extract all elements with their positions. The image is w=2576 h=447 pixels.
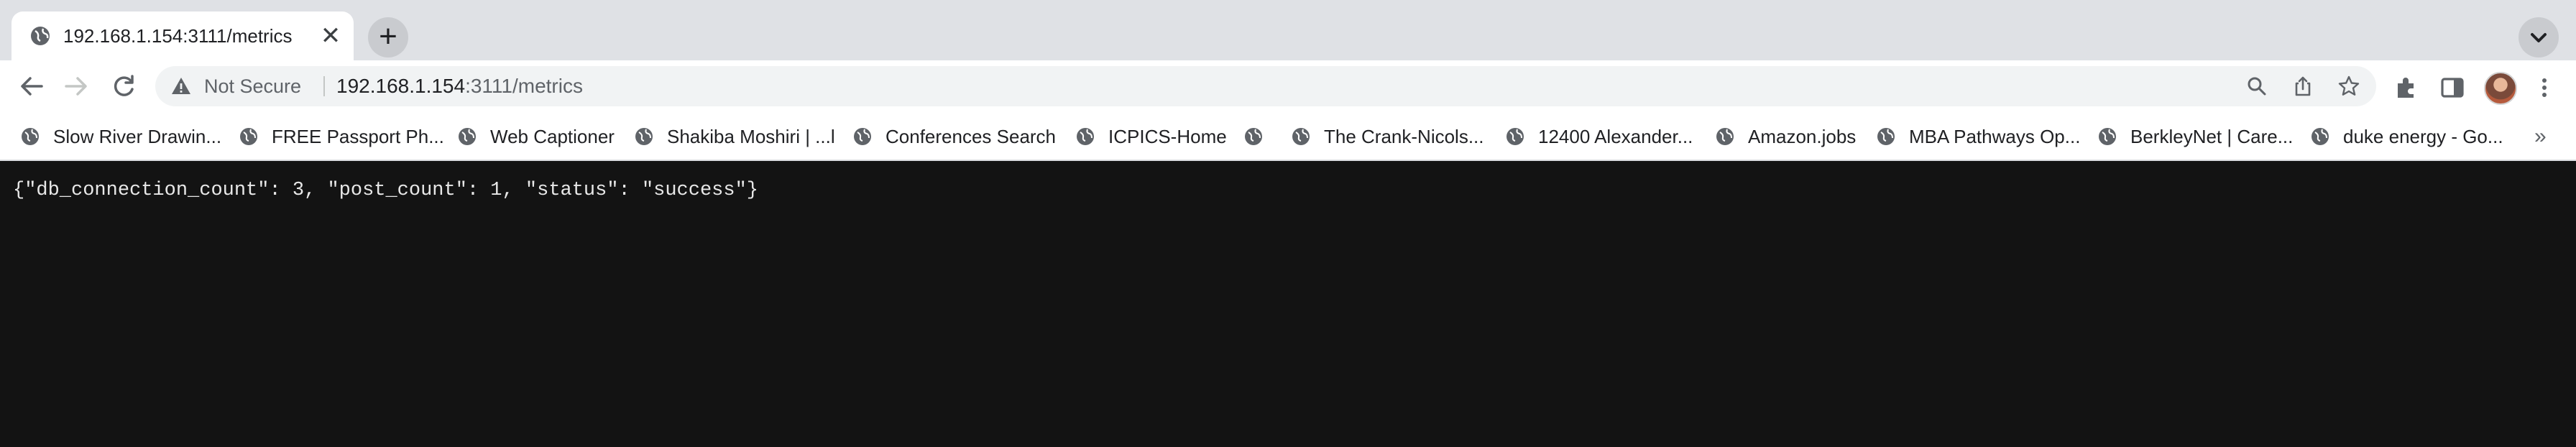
globe-icon (31, 27, 50, 45)
bookmark-label: BerkleyNet | Care... (2130, 126, 2294, 147)
tab-strip: 192.168.1.154:3111/metrics ✕ + (0, 0, 2576, 60)
extensions-icon[interactable] (2392, 73, 2421, 102)
bookmark-label: Web Captioner (490, 126, 615, 147)
json-response-text: {"db_connection_count": 3, "post_count":… (13, 180, 758, 201)
globe-icon (1506, 128, 1524, 145)
warning-icon[interactable] (170, 75, 193, 98)
bookmark-label: Conferences Search (886, 126, 1057, 147)
bookmark-label: Shakiba Moshiri | ...l (667, 126, 835, 147)
bookmark-label: FREE Passport Ph... (272, 126, 444, 147)
bookmark-label: Slow River Drawin... (53, 126, 222, 147)
reload-button[interactable] (105, 68, 142, 105)
bookmark-label: duke energy - Go... (2343, 126, 2503, 147)
globe-icon (1716, 128, 1734, 145)
globe-icon (635, 128, 653, 145)
address-bar[interactable]: Not Secure 192.168.1.154:3111/metrics (155, 66, 2376, 106)
browser-chrome: 192.168.1.154:3111/metrics ✕ + Not Secur… (0, 0, 2576, 161)
page-content: {"db_connection_count": 3, "post_count":… (0, 161, 2576, 447)
globe-icon (1292, 128, 1310, 145)
globe-icon (2099, 128, 2116, 145)
tab-search-button[interactable] (2518, 17, 2559, 57)
arrow-right-icon (65, 77, 87, 96)
globe-icon (1077, 128, 1094, 145)
bookmark-label: Amazon.jobs (1748, 126, 1857, 147)
back-button[interactable] (13, 68, 50, 105)
globe-icon (1245, 128, 1262, 145)
avatar[interactable] (2484, 72, 2517, 105)
globe-icon (1877, 128, 1895, 145)
close-icon[interactable]: ✕ (319, 24, 342, 48)
bookmark-label: 12400 Alexander... (1538, 126, 1693, 147)
url-text[interactable]: 192.168.1.154:3111/metrics (336, 66, 583, 106)
bookmark-label: ICPICS-Home (1108, 126, 1227, 147)
chevron-down-icon (2531, 33, 2547, 42)
bookmarks-bar: Slow River Drawin... FREE Passport Ph...… (0, 114, 2576, 161)
star-icon[interactable] (2337, 75, 2360, 98)
arrow-left-icon (21, 77, 43, 96)
side-panel-icon[interactable] (2438, 73, 2467, 102)
tab-title: 192.168.1.154:3111/metrics (63, 25, 293, 47)
reload-icon (114, 75, 134, 96)
security-label[interactable]: Not Secure (204, 66, 301, 106)
share-icon[interactable] (2291, 75, 2314, 98)
globe-icon (459, 128, 476, 145)
globe-icon (22, 128, 39, 145)
bookmark-label: MBA Pathways Op... (1909, 126, 2081, 147)
more-vert-icon[interactable] (2530, 73, 2559, 102)
divider (323, 76, 325, 96)
forward-button[interactable] (58, 68, 95, 105)
toolbar: Not Secure 192.168.1.154:3111/metrics (0, 60, 2576, 114)
url-host: 192.168.1.154 (336, 75, 466, 97)
search-icon[interactable] (2245, 75, 2268, 98)
tab-active[interactable]: 192.168.1.154:3111/metrics ✕ (12, 11, 354, 60)
globe-icon (854, 128, 871, 145)
bookmark-label: The Crank-Nicols... (1324, 126, 1484, 147)
new-tab-button[interactable]: + (368, 17, 408, 57)
globe-icon (240, 128, 257, 145)
bookmarks-overflow-button[interactable]: » (2534, 114, 2547, 160)
url-path: :3111/metrics (465, 75, 583, 97)
globe-icon (2312, 128, 2329, 145)
